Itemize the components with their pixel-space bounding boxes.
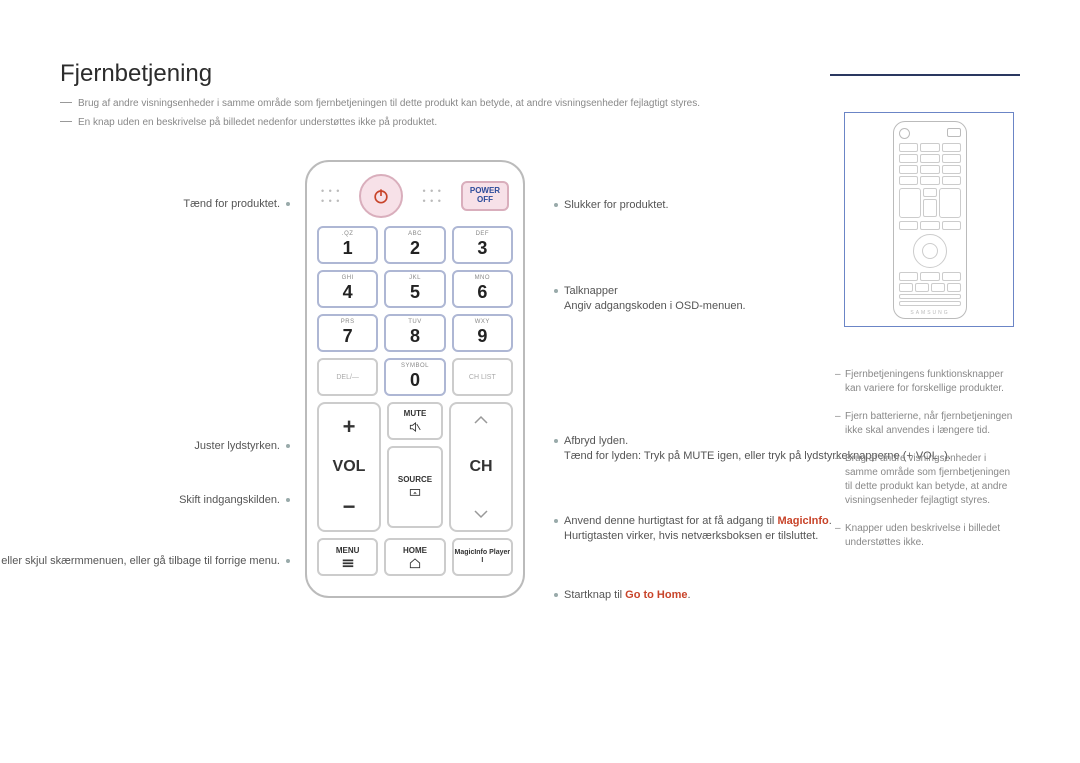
- ch-up-icon: [472, 414, 490, 426]
- vol-label: VOL: [333, 458, 366, 476]
- key-6[interactable]: MNO6: [452, 270, 513, 308]
- power-off-label-2: OFF: [477, 196, 493, 205]
- side-note-3: Brug af andre visningsenheder i samme om…: [835, 452, 1020, 508]
- vol-up-icon: +: [343, 414, 356, 440]
- ir-dots-left: • • •• • •: [321, 186, 340, 206]
- overview-remote: SAMSUNG: [893, 121, 967, 319]
- key-3[interactable]: DEF3: [452, 226, 513, 264]
- side-note-4: Knapper uden beskrivelse i billedet unde…: [835, 522, 1020, 550]
- key-2[interactable]: ABC2: [384, 226, 445, 264]
- home-button[interactable]: HOME: [384, 538, 445, 576]
- mute-button[interactable]: MUTE: [387, 402, 443, 440]
- key-0[interactable]: SYMBOL0: [384, 358, 445, 396]
- ch-down-icon: [472, 508, 490, 520]
- magicinfo-button[interactable]: MagicInfo Player I: [452, 538, 513, 576]
- callout-home: Startknap til Go to Home.: [554, 588, 691, 603]
- side-note-2: Fjern batterierne, når fjernbetjeningen …: [835, 410, 1020, 438]
- callout-menu: Vis eller skjul skærmmenuen, eller gå ti…: [0, 554, 290, 569]
- channel-rocker[interactable]: CH: [449, 402, 513, 532]
- callout-power-on: Tænd for produktet.: [183, 198, 290, 210]
- key-4[interactable]: GHI4: [317, 270, 378, 308]
- key-5[interactable]: JKL5: [384, 270, 445, 308]
- callout-numbers: TalknapperAngiv adgangskoden i OSD-menue…: [554, 284, 746, 315]
- ch-label: CH: [469, 458, 492, 476]
- key-del[interactable]: DEL/—: [317, 358, 378, 396]
- key-9[interactable]: WXY9: [452, 314, 513, 352]
- left-callouts: Tænd for produktet. Juster lydstyrken. S…: [60, 160, 300, 598]
- number-keypad: .QZ1 ABC2 DEF3 GHI4 JKL5 MNO6 PRS7 TUV8 …: [317, 226, 513, 396]
- ir-dots-right: • • •• • •: [423, 186, 442, 206]
- menu-icon: [341, 557, 355, 569]
- callout-magicinfo: Anvend denne hurtigtast for at få adgang…: [554, 514, 832, 545]
- key-8[interactable]: TUV8: [384, 314, 445, 352]
- callout-source: Skift indgangskilden.: [179, 494, 290, 506]
- key-1[interactable]: .QZ1: [317, 226, 378, 264]
- menu-button[interactable]: MENU: [317, 538, 378, 576]
- volume-rocker[interactable]: + VOL −: [317, 402, 381, 532]
- mute-icon: [408, 420, 422, 434]
- power-button[interactable]: [359, 174, 403, 218]
- vol-down-icon: −: [343, 494, 356, 520]
- source-icon: [408, 486, 422, 500]
- power-icon: [371, 186, 391, 206]
- remote-figure: • • •• • • • • •• • • POWER OFF .QZ1 ABC…: [300, 160, 530, 598]
- side-note-1: Fjernbetjeningens funktionsknapper kan v…: [835, 368, 1020, 396]
- decorative-rule: [830, 74, 1020, 76]
- source-button[interactable]: SOURCE: [387, 446, 443, 528]
- note-usage: Brug af andre visningsenheder i samme om…: [60, 96, 1020, 111]
- brand-label: SAMSUNG: [899, 310, 961, 316]
- callout-power-off: Slukker for produktet.: [554, 198, 669, 213]
- key-chlist[interactable]: CH LIST: [452, 358, 513, 396]
- side-notes: Fjernbetjeningens funktionsknapper kan v…: [835, 368, 1020, 564]
- home-icon: [408, 557, 422, 569]
- callout-volume: Juster lydstyrken.: [194, 440, 290, 452]
- overview-figure: SAMSUNG: [844, 112, 1014, 327]
- power-off-button[interactable]: POWER OFF: [461, 181, 509, 211]
- key-7[interactable]: PRS7: [317, 314, 378, 352]
